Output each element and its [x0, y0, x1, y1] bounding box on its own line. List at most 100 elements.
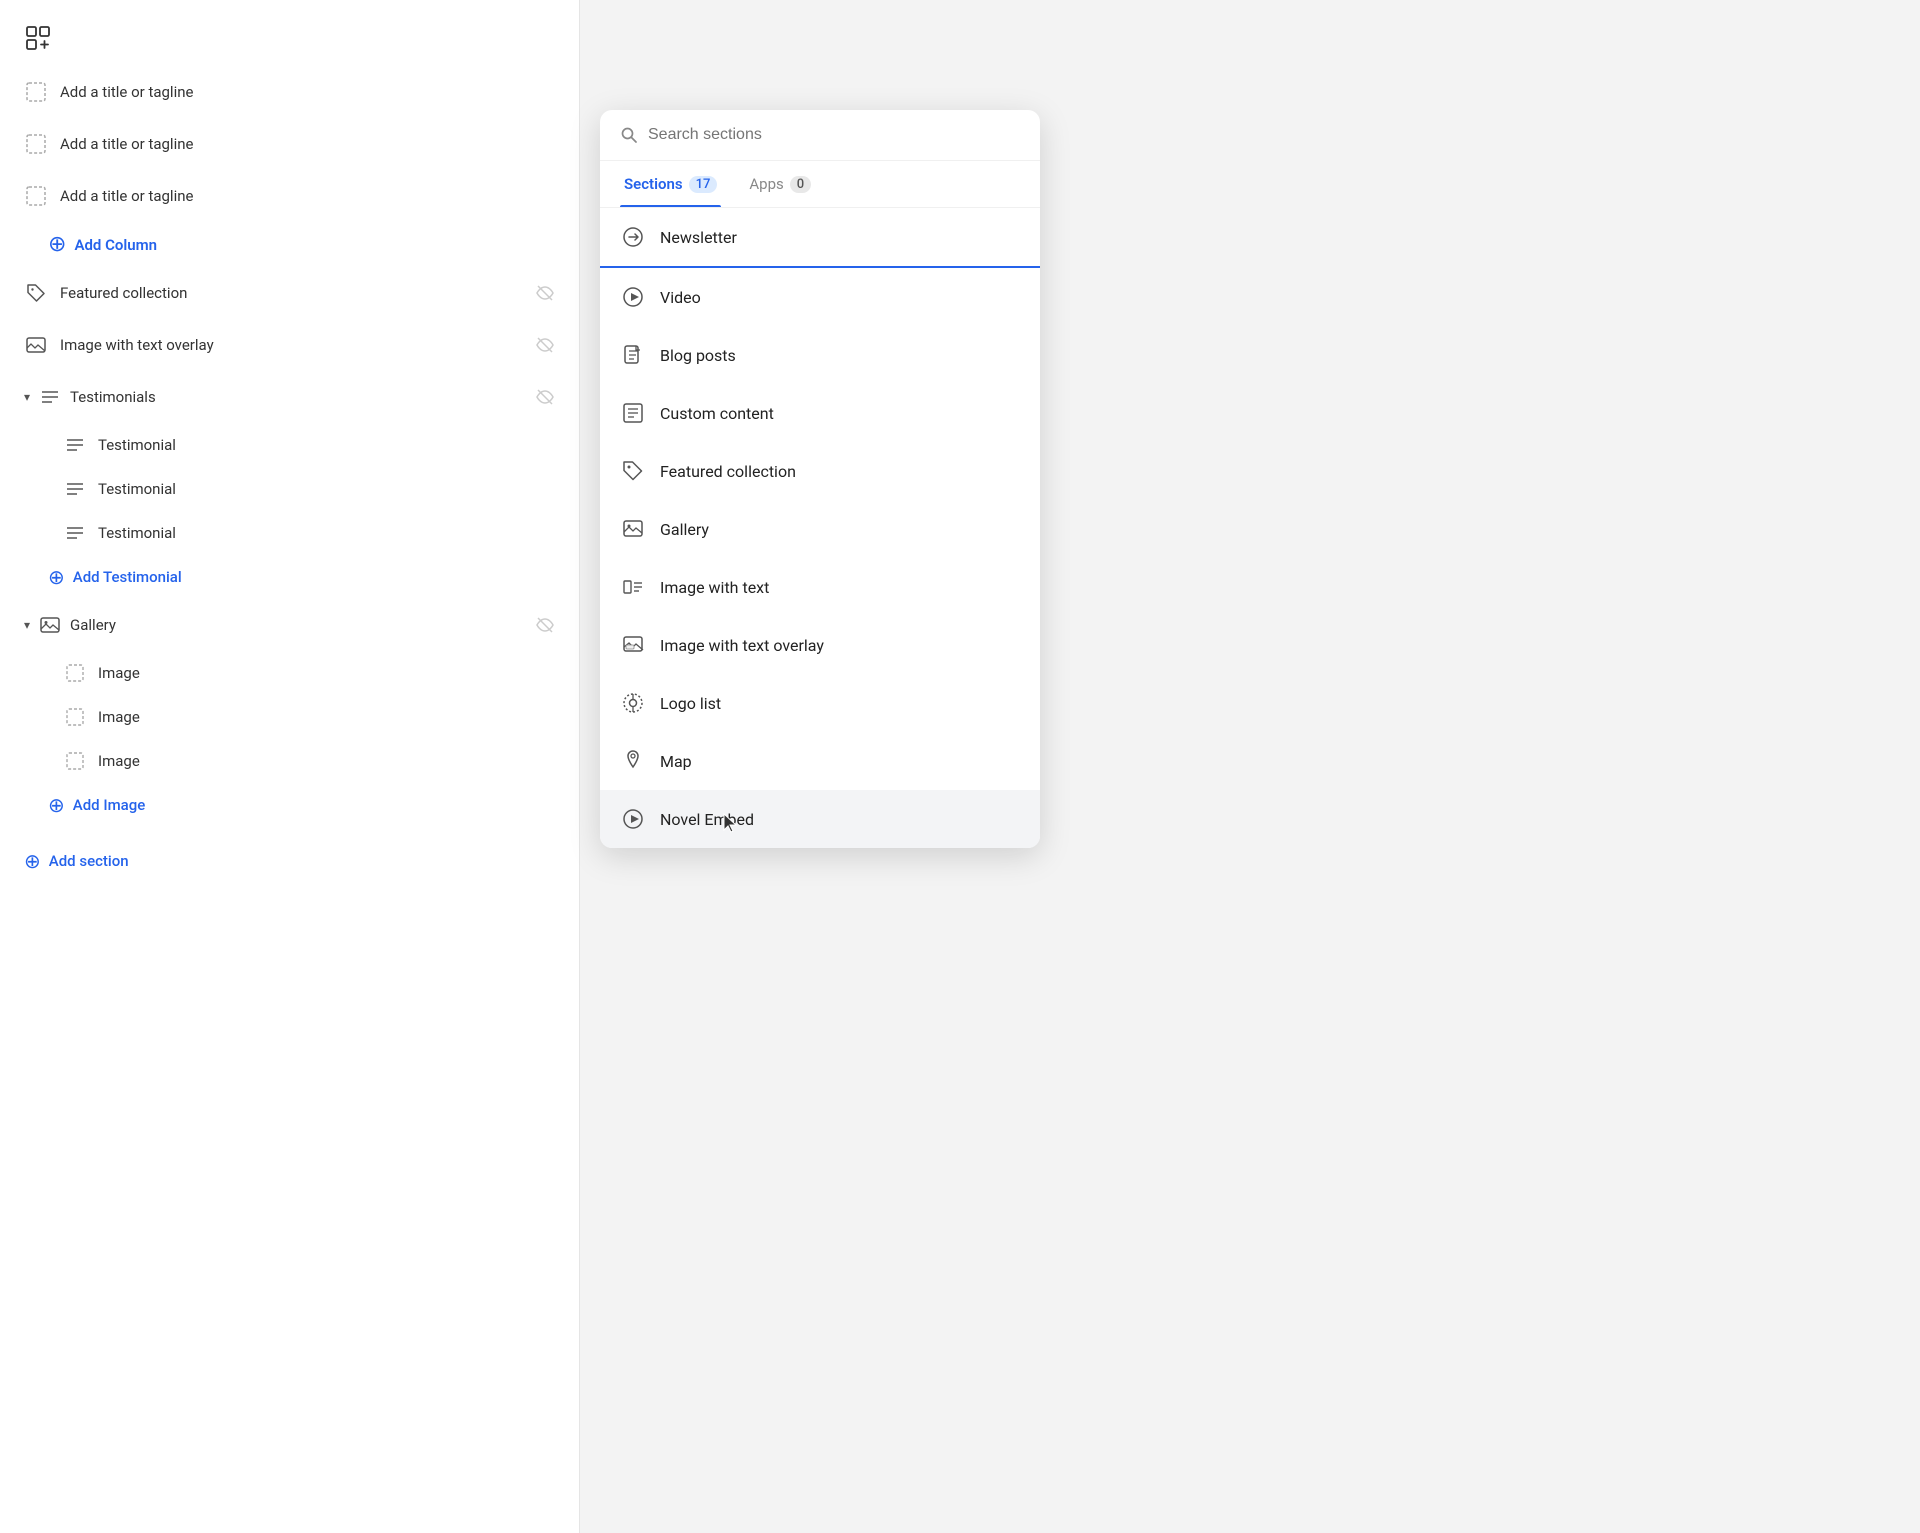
add-column-label: Add Column — [74, 236, 157, 254]
testimonials-chevron-icon: ▾ — [24, 390, 30, 404]
testimonial-label-2: Testimonial — [98, 480, 176, 498]
placeholder-icon-1 — [24, 80, 48, 104]
testimonials-group-header[interactable]: ▾ Testimonials — [0, 371, 579, 423]
testimonial-label-1: Testimonial — [98, 436, 176, 454]
novel-embed-icon — [620, 806, 646, 832]
featured-collection-overlay-label: Featured collection — [660, 462, 796, 481]
gallery-overlay-icon — [620, 516, 646, 542]
add-section-button[interactable]: ⊕ Add section — [0, 835, 579, 887]
custom-content-icon — [620, 400, 646, 426]
search-sections-input[interactable] — [648, 126, 1020, 144]
sections-tab-label: Sections — [624, 175, 683, 193]
gallery-eye-icon[interactable] — [535, 615, 555, 635]
apps-tab-label: Apps — [749, 175, 783, 193]
gallery-label: Gallery — [70, 616, 527, 634]
title-placeholder-label-1: Add a title or tagline — [60, 83, 555, 101]
section-item-map[interactable]: Map — [600, 732, 1040, 790]
blog-posts-label: Blog posts — [660, 346, 736, 365]
add-testimonial-button[interactable]: ⊕ Add Testimonial — [0, 555, 579, 599]
search-icon — [620, 126, 638, 144]
sections-tab-count: 17 — [689, 176, 718, 193]
left-sidebar: Add a title or tagline Add a title or ta… — [0, 0, 580, 1533]
add-column-icon: ⊕ — [48, 232, 66, 257]
tab-sections[interactable]: Sections 17 — [620, 161, 721, 207]
tab-apps[interactable]: Apps 0 — [745, 161, 815, 207]
section-item-image-with-text[interactable]: Image with text — [600, 558, 1040, 616]
gallery-image-label-2: Image — [98, 708, 140, 726]
image-with-text-icon — [620, 574, 646, 600]
gallery-icon — [38, 613, 62, 637]
testimonial-item-2[interactable]: Testimonial — [0, 467, 579, 511]
gallery-image-2[interactable]: Image — [0, 695, 579, 739]
newsletter-icon — [620, 224, 646, 250]
section-item-gallery-overlay[interactable]: Gallery — [600, 500, 1040, 558]
tag-icon — [24, 281, 48, 305]
video-label: Video — [660, 288, 701, 307]
title-placeholder-2[interactable]: Add a title or tagline — [0, 118, 579, 170]
section-item-novel-embed[interactable]: Novel Embed — [600, 790, 1040, 848]
gallery-chevron-icon: ▾ — [24, 618, 30, 632]
image-text-overlay-icon — [24, 333, 48, 357]
testimonial-item-1[interactable]: Testimonial — [0, 423, 579, 467]
featured-collection-eye-icon[interactable] — [535, 283, 555, 303]
custom-content-label: Custom content — [660, 404, 774, 423]
grid-plus-icon[interactable] — [20, 20, 56, 56]
add-image-label: Add Image — [73, 796, 146, 814]
image-with-text-overlay-list-icon — [620, 632, 646, 658]
add-section-label: Add section — [49, 852, 129, 870]
add-testimonial-icon: ⊕ — [48, 565, 65, 589]
image-text-overlay-eye-icon[interactable] — [535, 335, 555, 355]
sections-overlay-panel: Sections 17 Apps 0 Newsletter — [600, 110, 1040, 848]
section-item-image-with-text-overlay[interactable]: Image with text overlay — [600, 616, 1040, 674]
section-item-newsletter[interactable]: Newsletter — [600, 208, 1040, 268]
image-with-text-overlay-list-label: Image with text overlay — [660, 636, 824, 655]
section-item-featured-collection-overlay[interactable]: Featured collection — [600, 442, 1040, 500]
gallery-image-1[interactable]: Image — [0, 651, 579, 695]
section-item-video[interactable]: Video — [600, 268, 1040, 326]
section-item-blog-posts[interactable]: Blog posts — [600, 326, 1040, 384]
featured-collection-label: Featured collection — [60, 284, 523, 302]
image-placeholder-icon-2 — [64, 706, 86, 728]
testimonial-label-3: Testimonial — [98, 524, 176, 542]
testimonial-item-3[interactable]: Testimonial — [0, 511, 579, 555]
title-placeholder-3[interactable]: Add a title or tagline — [0, 170, 579, 222]
testimonials-icon — [38, 385, 62, 409]
featured-collection-overlay-icon — [620, 458, 646, 484]
image-text-overlay-label: Image with text overlay — [60, 336, 523, 354]
logo-list-icon — [620, 690, 646, 716]
add-column-button[interactable]: ⊕ Add Column — [0, 222, 579, 267]
sections-tabs-row: Sections 17 Apps 0 — [600, 161, 1040, 208]
map-icon — [620, 748, 646, 774]
gallery-overlay-label: Gallery — [660, 520, 709, 539]
add-testimonial-label: Add Testimonial — [73, 568, 182, 586]
apps-tab-count: 0 — [790, 176, 811, 193]
map-label: Map — [660, 752, 692, 771]
image-placeholder-icon-3 — [64, 750, 86, 772]
section-item-custom-content[interactable]: Custom content — [600, 384, 1040, 442]
section-item-logo-list[interactable]: Logo list — [600, 674, 1040, 732]
video-icon — [620, 284, 646, 310]
image-placeholder-icon-1 — [64, 662, 86, 684]
testimonials-eye-icon[interactable] — [535, 387, 555, 407]
sidebar-item-image-text-overlay[interactable]: Image with text overlay — [0, 319, 579, 371]
testimonial-icon-2 — [64, 478, 86, 500]
testimonial-icon-1 — [64, 434, 86, 456]
testimonial-icon-3 — [64, 522, 86, 544]
placeholder-icon-2 — [24, 132, 48, 156]
add-section-icon: ⊕ — [24, 849, 41, 873]
sidebar-item-featured-collection[interactable]: Featured collection — [0, 267, 579, 319]
placeholder-icon-3 — [24, 184, 48, 208]
add-image-button[interactable]: ⊕ Add Image — [0, 783, 579, 827]
sections-list: Newsletter Video — [600, 208, 1040, 848]
novel-embed-label: Novel Embed — [660, 810, 754, 829]
title-placeholder-label-3: Add a title or tagline — [60, 187, 555, 205]
gallery-image-label-1: Image — [98, 664, 140, 682]
sections-search-bar — [600, 110, 1040, 161]
gallery-group-header[interactable]: ▾ Gallery — [0, 599, 579, 651]
title-placeholder-1[interactable]: Add a title or tagline — [0, 66, 579, 118]
add-image-icon: ⊕ — [48, 793, 65, 817]
logo-list-label: Logo list — [660, 694, 721, 713]
image-with-text-label: Image with text — [660, 578, 769, 597]
blog-posts-icon — [620, 342, 646, 368]
gallery-image-3[interactable]: Image — [0, 739, 579, 783]
